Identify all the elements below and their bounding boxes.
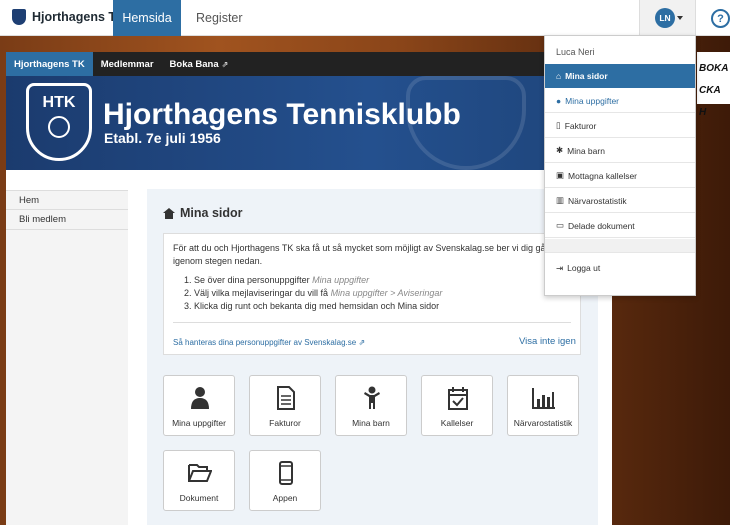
sidebar: Hem Bli medlem	[6, 190, 128, 525]
menu-item-mina-uppgifter[interactable]: ● Mina uppgifter	[545, 89, 695, 113]
welcome-info-box: För att du och Hjorthagens TK ska få ut …	[163, 233, 581, 355]
child-icon: ✱	[556, 145, 564, 155]
club-emblem: HTK	[26, 83, 92, 161]
hide-button[interactable]: Visa inte igen	[519, 336, 576, 347]
tile-mina-barn[interactable]: Mina barn	[335, 375, 407, 436]
brand-name: Hjorthagens TK	[32, 10, 126, 24]
main-panel: Mina sidor För att du och Hjorthagens TK…	[147, 189, 598, 525]
page-title-text: Mina sidor	[180, 206, 243, 220]
external-link-icon: ⇗	[358, 338, 366, 347]
steps-list: Se över dina personuppgifter Mina uppgif…	[194, 274, 442, 313]
banner-title: Hjorthagens Tennisklubb	[103, 98, 461, 131]
caret-down-icon	[677, 16, 683, 20]
top-navbar: Hjorthagens TK Hemsida Register LN ?	[0, 0, 730, 36]
mobile-phone-icon	[279, 461, 293, 485]
bar-chart-icon: ▥	[556, 195, 565, 205]
menu-item-logout[interactable]: ⇥ Logga ut	[545, 256, 695, 280]
home-icon: ⌂	[556, 71, 562, 81]
user-menu-toggle[interactable]: LN	[639, 0, 696, 36]
tile-kallelser[interactable]: Kallelser	[421, 375, 493, 436]
list-item: Klicka dig runt och bekanta dig med hems…	[194, 300, 442, 313]
invoice-icon	[277, 386, 295, 410]
user-dropdown-menu: Luca Neri ⌂ Mina sidor ● Mina uppgifter …	[544, 35, 696, 296]
nav-register[interactable]: Register	[196, 11, 243, 25]
club-logo-icon	[12, 9, 26, 25]
subnav-item-label: Boka Bana	[169, 58, 219, 70]
logout-icon: ⇥	[556, 262, 564, 273]
step-hint: Mina uppgifter > Aviseringar	[330, 288, 443, 298]
background-text-line: BOKA	[699, 63, 729, 74]
avatar: LN	[655, 8, 675, 28]
tile-narvarostatistik[interactable]: Närvarostatistik	[507, 375, 579, 436]
tile-appen[interactable]: Appen	[249, 450, 321, 511]
privacy-link[interactable]: Så hanteras dina personuppgifter av Sven…	[173, 338, 365, 347]
folder-open-icon	[188, 464, 212, 482]
tennis-ball-icon	[48, 116, 70, 138]
club-banner: HTK Hjorthagens Tennisklubb Etabl. 7e ju…	[6, 76, 612, 170]
menu-item-mina-barn[interactable]: ✱ Mina barn	[545, 139, 695, 163]
divider	[173, 322, 571, 323]
intro-text: För att du och Hjorthagens TK ska få ut …	[173, 243, 546, 266]
home-icon	[163, 207, 175, 219]
tile-mina-uppgifter[interactable]: Mina uppgifter	[163, 375, 235, 436]
user-icon: ●	[556, 95, 562, 106]
menu-item-narvarostatistik[interactable]: ▥ Närvarostatistik	[545, 189, 695, 213]
background-text-line: CKA H	[699, 85, 721, 118]
external-link-icon: ⇗	[221, 59, 229, 69]
club-subnav: Hjorthagens TK Medlemmar Boka Bana ⇗	[6, 52, 612, 76]
dropdown-user-name: Luca Neri	[556, 47, 595, 57]
sidebar-item-bli-medlem[interactable]: Bli medlem	[6, 210, 128, 230]
bar-chart-icon	[532, 388, 555, 409]
calendar-icon: ▣	[556, 170, 565, 180]
page-container: Hjorthagens TK Medlemmar Boka Bana ⇗ HTK…	[6, 52, 612, 525]
child-icon	[364, 386, 380, 409]
subnav-item-book-court[interactable]: Boka Bana ⇗	[162, 52, 237, 76]
brand-link[interactable]: Hjorthagens TK	[12, 9, 125, 25]
user-icon	[191, 387, 209, 409]
subnav-item-club[interactable]: Hjorthagens TK	[6, 52, 93, 76]
file-icon: ▯	[556, 120, 561, 130]
tile-fakturor[interactable]: Fakturor	[249, 375, 321, 436]
menu-divider	[545, 239, 695, 253]
menu-item-mottagna-kallelser[interactable]: ▣ Mottagna kallelser	[545, 164, 695, 188]
list-item: Välj vilka mejlaviseringar du vill få Mi…	[194, 287, 442, 300]
background-banner-text: BOKA CKA H	[697, 52, 730, 118]
folder-icon: ▭	[556, 220, 565, 230]
emblem-text: HTK	[42, 94, 76, 111]
help-icon[interactable]: ?	[711, 9, 730, 28]
menu-item-delade-dokument[interactable]: ▭ Delade dokument	[545, 214, 695, 238]
list-item: Se över dina personuppgifter Mina uppgif…	[194, 274, 442, 287]
menu-item-fakturor[interactable]: ▯ Fakturor	[545, 114, 695, 138]
calendar-check-icon	[448, 387, 468, 410]
sidebar-item-hem[interactable]: Hem	[6, 190, 128, 210]
menu-item-mina-sidor[interactable]: ⌂ Mina sidor	[545, 64, 695, 88]
subnav-item-members[interactable]: Medlemmar	[93, 52, 162, 76]
banner-subtitle: Etabl. 7e juli 1956	[104, 130, 221, 146]
tile-dokument[interactable]: Dokument	[163, 450, 235, 511]
step-hint: Mina uppgifter	[312, 275, 370, 285]
nav-hemsida[interactable]: Hemsida	[113, 0, 181, 36]
page-title: Mina sidor	[163, 206, 243, 220]
